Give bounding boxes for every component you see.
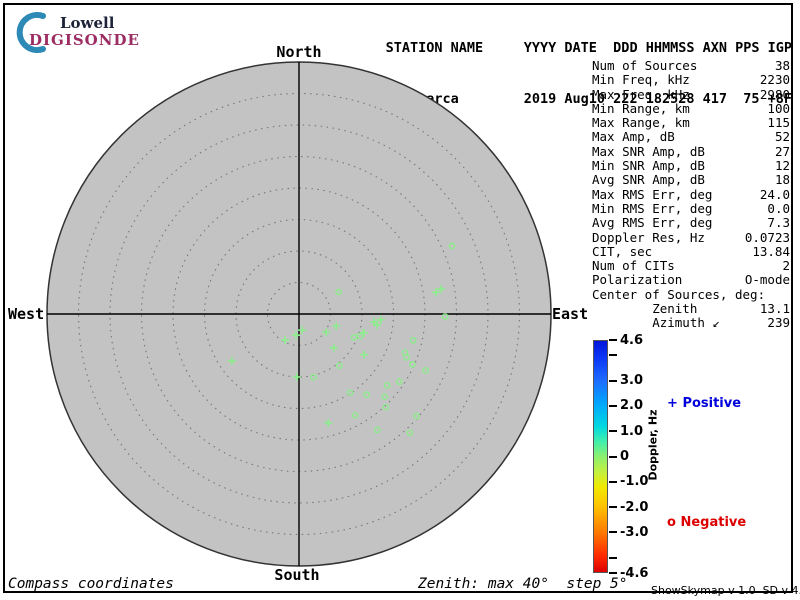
colorbar-tick-label: 4.6 [620,334,643,347]
circle-marker-icon: o [667,515,676,530]
colorbar-tick-label: -3.0 [620,526,648,539]
skymap-svg [0,0,800,600]
colorbar-tick [609,354,617,356]
skymap-window: Lowell DIGISONDE STATION NAME YYYY DATE … [0,0,800,600]
colorbar-tick [609,380,617,382]
colorbar-tick [609,481,617,483]
colorbar-tick [609,531,617,533]
colorbar-tick [609,506,617,508]
zenith-scale-label: Zenith: max 40° step 5° [418,576,628,592]
colorbar-tick [609,430,617,432]
colorbar-tick-label: 3.0 [620,374,643,387]
colorbar-tick-label: 1.0 [620,425,643,438]
colorbar-tick-label: -2.0 [620,501,648,514]
colorbar-tick [609,405,617,407]
colorbar-tick [609,557,617,559]
colorbar-tick [609,456,617,458]
colorbar-tick [609,572,617,574]
compass-label-east: East [552,305,588,323]
compass-label-south: South [274,566,320,584]
colorbar-tick-label: 2.0 [620,399,643,412]
legend-negative: o Negative [667,515,746,530]
coordinates-mode-label: Compass coordinates [8,576,174,592]
legend-positive-label: Positive [682,396,741,411]
legend-positive: + Positive [667,396,741,411]
legend-negative-label: Negative [680,515,746,530]
colorbar-tick-label: 0 [620,450,629,463]
version-label: ShowSkymap v 1.0 SD v 4.2 [651,584,800,597]
compass-label-west: West [8,305,44,323]
doppler-colorbar [593,340,608,573]
colorbar-tick [609,339,617,341]
plus-marker-icon: + [667,396,678,411]
compass-label-north: North [276,43,322,61]
colorbar-title: Doppler, Hz [647,409,660,480]
colorbar-tick-label: -1.0 [620,475,648,488]
